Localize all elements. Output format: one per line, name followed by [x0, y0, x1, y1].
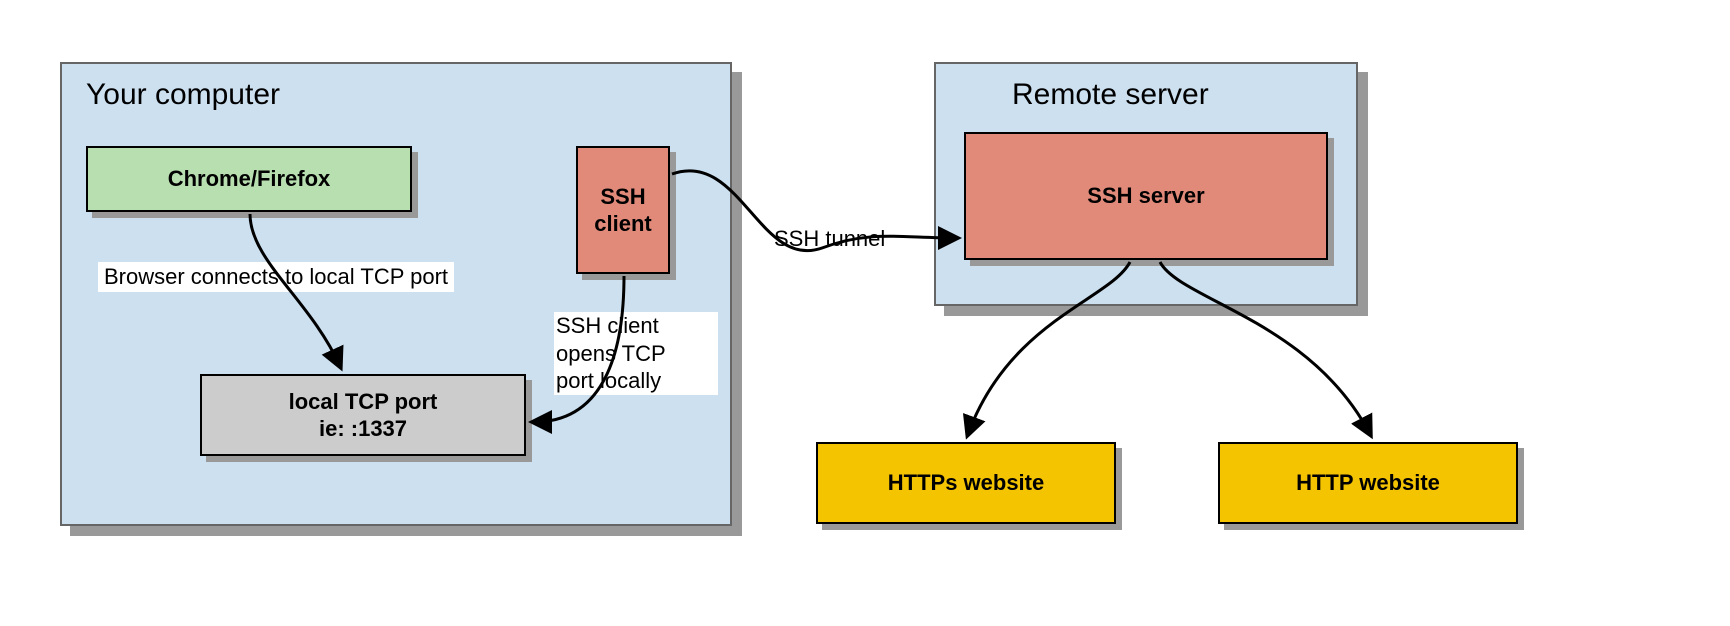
remote-server-title: Remote server — [1012, 78, 1209, 112]
ssh-client-label-1: SSH — [600, 183, 645, 211]
tcp-port-label-2: ie: :1337 — [319, 415, 407, 443]
ssh-server-box: SSH server — [964, 132, 1328, 260]
local-tcp-port-box: local TCP port ie: :1337 — [200, 374, 526, 456]
arrow-label-sshclient-to-port: SSH client opens TCP port locally — [554, 312, 718, 395]
sshclient-opens-l2: opens TCP — [556, 340, 716, 368]
tcp-port-label-1: local TCP port — [289, 388, 438, 416]
ssh-client-box: SSH client — [576, 146, 670, 274]
browser-box: Chrome/Firefox — [86, 146, 412, 212]
arrow-label-ssh-tunnel: SSH tunnel — [774, 226, 885, 252]
http-website-label: HTTP website — [1296, 470, 1440, 496]
https-website-label: HTTPs website — [888, 470, 1044, 496]
ssh-server-label: SSH server — [1087, 183, 1204, 209]
ssh-client-label-2: client — [594, 210, 651, 238]
arrow-label-browser-to-port: Browser connects to local TCP port — [98, 262, 454, 292]
your-computer-title: Your computer — [86, 78, 280, 112]
sshclient-opens-l1: SSH client — [556, 312, 716, 340]
https-website-box: HTTPs website — [816, 442, 1116, 524]
sshclient-opens-l3: port locally — [556, 367, 716, 395]
browser-box-label: Chrome/Firefox — [168, 166, 331, 192]
http-website-box: HTTP website — [1218, 442, 1518, 524]
